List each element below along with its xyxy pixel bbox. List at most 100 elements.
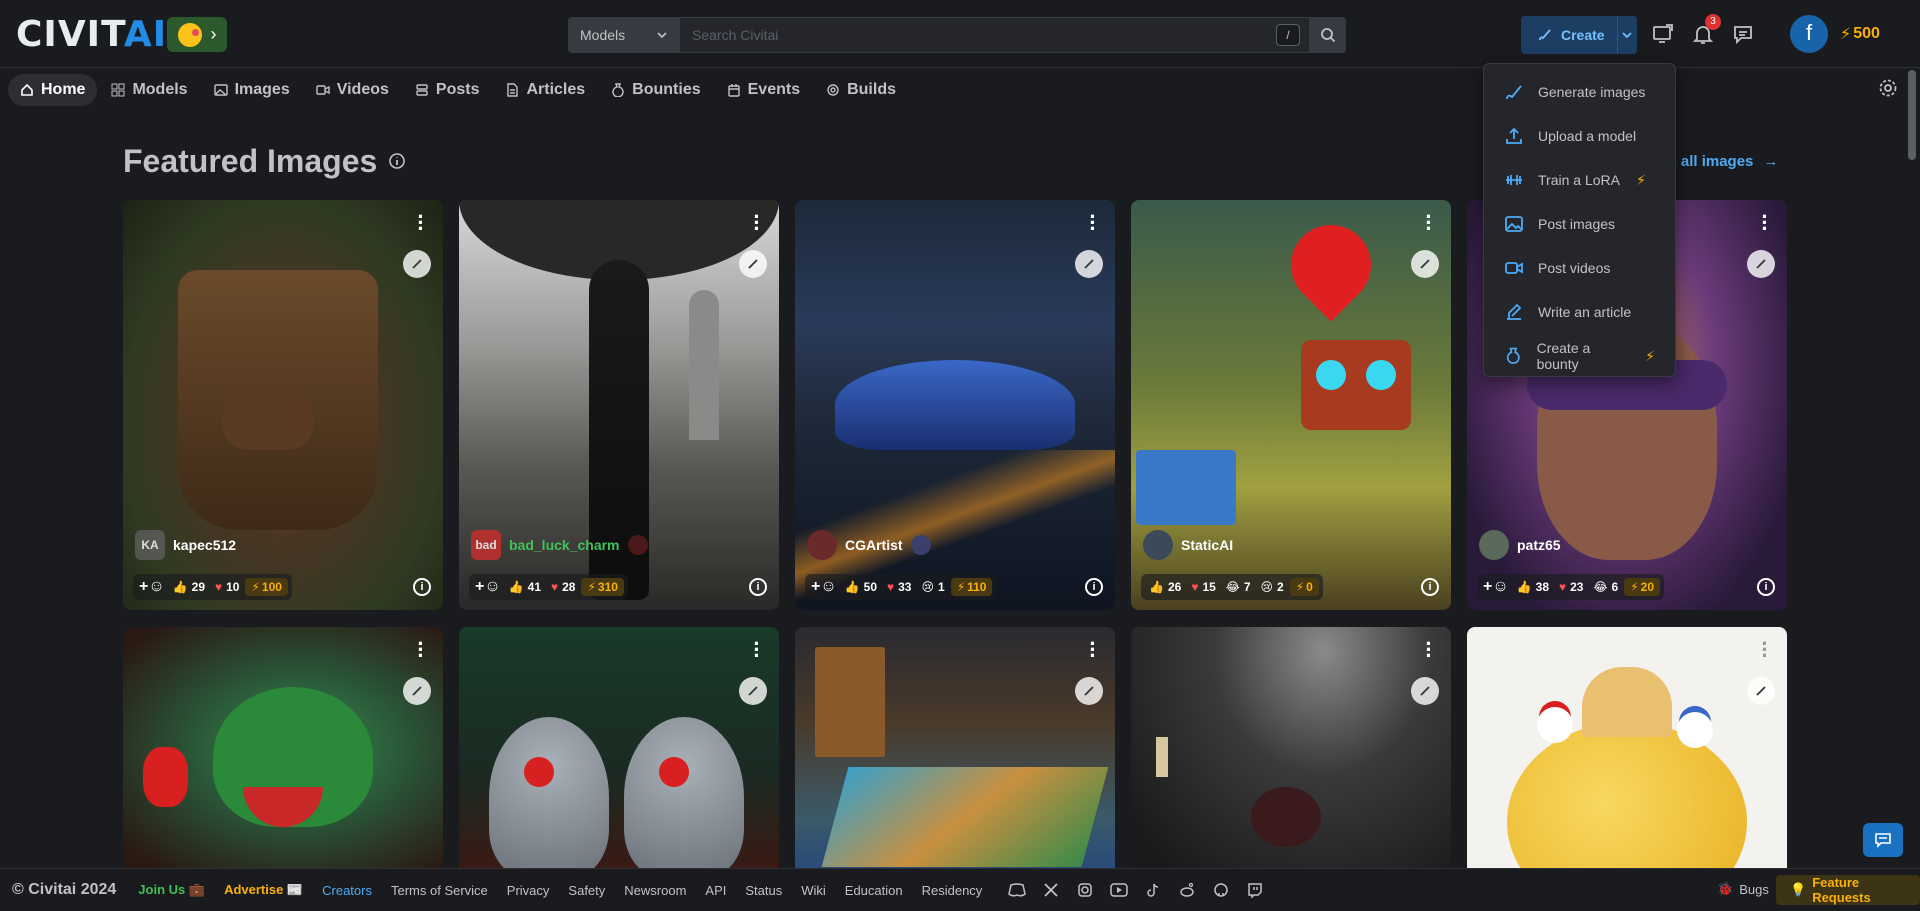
- like-reaction[interactable]: 👍 26: [1145, 580, 1185, 594]
- chat-button[interactable]: [1731, 22, 1755, 46]
- card-image[interactable]: [459, 627, 779, 868]
- remix-button[interactable]: [739, 677, 767, 705]
- menu-item-create-bounty[interactable]: Create a bounty ⚡: [1490, 334, 1669, 378]
- x-icon[interactable]: [1041, 880, 1061, 900]
- create-main[interactable]: Create: [1521, 16, 1618, 54]
- footer-link-creators[interactable]: Creators: [322, 883, 372, 898]
- create-button[interactable]: Create: [1521, 16, 1637, 54]
- cry-reaction[interactable]: 😢 1: [917, 580, 948, 594]
- footer-link-api[interactable]: API: [705, 883, 726, 898]
- like-reaction[interactable]: 👍 50: [841, 580, 881, 594]
- image-card[interactable]: · · ·: [123, 627, 443, 868]
- card-image[interactable]: [123, 627, 443, 868]
- nav-images[interactable]: Images: [202, 74, 302, 106]
- like-reaction[interactable]: 👍 29: [169, 580, 209, 594]
- more-options-icon[interactable]: · · ·: [1425, 633, 1433, 667]
- buzz-balance[interactable]: ⚡ 500: [1840, 24, 1880, 44]
- more-options-icon[interactable]: · · ·: [417, 633, 425, 667]
- more-options-icon[interactable]: · · ·: [1089, 206, 1097, 240]
- image-card[interactable]: · · ·: [1467, 627, 1787, 868]
- card-image[interactable]: [795, 627, 1115, 868]
- image-info-icon[interactable]: i: [1421, 578, 1439, 596]
- footer-link-terms[interactable]: Terms of Service: [391, 883, 488, 898]
- footer-link-safety[interactable]: Safety: [568, 883, 605, 898]
- nav-home[interactable]: Home: [8, 74, 98, 106]
- civitai-logo[interactable]: CIVITAI: [16, 17, 167, 53]
- remix-button[interactable]: [1411, 677, 1439, 705]
- add-reaction-button[interactable]: +☺: [1481, 578, 1511, 596]
- image-card[interactable]: · · ·: [795, 627, 1115, 868]
- footer-link-advertise[interactable]: Advertise 📰: [224, 882, 303, 898]
- image-card[interactable]: · · · CGArtist +☺ 👍 50 ♥ 33 😢 1 ⚡ 110 i: [795, 200, 1115, 610]
- menu-item-generate-images[interactable]: Generate images: [1490, 70, 1669, 114]
- add-reaction-button[interactable]: +☺: [809, 578, 839, 596]
- info-icon[interactable]: [388, 152, 406, 175]
- menu-item-post-images[interactable]: Post images: [1490, 202, 1669, 246]
- github-icon[interactable]: [1211, 880, 1231, 900]
- search-input[interactable]: [680, 17, 1310, 53]
- footer-link-join-us[interactable]: Join Us 💼: [138, 882, 205, 898]
- card-user[interactable]: StaticAI: [1143, 530, 1233, 560]
- tip-buzz-button[interactable]: ⚡ 110: [950, 578, 993, 596]
- nav-articles[interactable]: Articles: [493, 74, 597, 106]
- laugh-reaction[interactable]: 😂 7: [1222, 580, 1255, 594]
- nav-posts[interactable]: Posts: [403, 74, 492, 106]
- like-reaction[interactable]: 👍 38: [1513, 580, 1553, 594]
- video-queue-button[interactable]: [1651, 22, 1675, 46]
- instagram-icon[interactable]: [1075, 880, 1095, 900]
- heart-reaction[interactable]: ♥ 10: [211, 580, 243, 594]
- remix-button[interactable]: [403, 677, 431, 705]
- remix-button[interactable]: [1747, 250, 1775, 278]
- card-user[interactable]: CGArtist: [807, 530, 931, 560]
- image-info-icon[interactable]: i: [1757, 578, 1775, 596]
- footer-link-wiki[interactable]: Wiki: [801, 883, 826, 898]
- card-user[interactable]: bad bad_luck_charm: [471, 530, 648, 560]
- feature-requests-button[interactable]: 💡 Feature Requests: [1776, 875, 1920, 905]
- add-reaction-button[interactable]: +☺: [137, 578, 167, 596]
- image-card[interactable]: · · ·: [1131, 627, 1451, 868]
- image-card[interactable]: · · ·: [459, 627, 779, 868]
- remix-button[interactable]: [1075, 677, 1103, 705]
- tip-buzz-button[interactable]: ⚡ 20: [1624, 578, 1660, 596]
- image-card[interactable]: · · · StaticAI 👍 26 ♥ 15 😂 7 😢 2 ⚡ 0 i: [1131, 200, 1451, 610]
- create-dropdown-toggle[interactable]: [1618, 29, 1637, 41]
- more-options-icon[interactable]: · · ·: [1425, 206, 1433, 240]
- menu-item-train-lora[interactable]: Train a LoRA ⚡: [1490, 158, 1669, 202]
- more-options-icon[interactable]: · · ·: [1089, 633, 1097, 667]
- youtube-icon[interactable]: [1109, 880, 1129, 900]
- like-reaction[interactable]: 👍 41: [505, 580, 545, 594]
- menu-item-post-videos[interactable]: Post videos: [1490, 246, 1669, 290]
- heart-reaction[interactable]: ♥ 33: [883, 580, 915, 594]
- footer-link-education[interactable]: Education: [845, 883, 903, 898]
- remix-button[interactable]: [739, 250, 767, 278]
- more-options-icon[interactable]: · · ·: [1761, 206, 1769, 240]
- add-reaction-button[interactable]: +☺: [473, 578, 503, 596]
- settings-button[interactable]: [1878, 78, 1898, 103]
- remix-button[interactable]: [1075, 250, 1103, 278]
- menu-item-write-article[interactable]: Write an article: [1490, 290, 1669, 334]
- tip-buzz-button[interactable]: ⚡ 0: [1289, 578, 1319, 596]
- reddit-icon[interactable]: [1177, 880, 1197, 900]
- more-options-icon[interactable]: · · ·: [1761, 633, 1769, 667]
- page-scrollbar[interactable]: [1908, 70, 1916, 160]
- heart-reaction[interactable]: ♥ 15: [1187, 580, 1219, 594]
- heart-reaction[interactable]: ♥ 23: [1555, 580, 1587, 594]
- user-avatar[interactable]: f: [1790, 15, 1828, 53]
- menu-item-upload-model[interactable]: Upload a model: [1490, 114, 1669, 158]
- event-emoji-button[interactable]: ›: [167, 17, 227, 52]
- image-card[interactable]: · · · bad bad_luck_charm +☺ 👍 41 ♥ 28 ⚡ 310…: [459, 200, 779, 610]
- image-card[interactable]: · · · KA kapec512 +☺ 👍 29 ♥ 10 ⚡ 100 i: [123, 200, 443, 610]
- more-options-icon[interactable]: · · ·: [753, 633, 761, 667]
- card-image[interactable]: [1131, 627, 1451, 868]
- footer-link-residency[interactable]: Residency: [922, 883, 983, 898]
- remix-button[interactable]: [1747, 677, 1775, 705]
- nav-builds[interactable]: Builds: [814, 74, 908, 106]
- nav-models[interactable]: Models: [99, 74, 199, 106]
- bugs-link[interactable]: 🐞 Bugs: [1717, 881, 1769, 897]
- notifications-button[interactable]: 3: [1691, 14, 1721, 46]
- footer-link-status[interactable]: Status: [745, 883, 782, 898]
- more-options-icon[interactable]: · · ·: [417, 206, 425, 240]
- tiktok-icon[interactable]: [1143, 880, 1163, 900]
- nav-events[interactable]: Events: [715, 74, 812, 106]
- search-button[interactable]: [1310, 17, 1346, 53]
